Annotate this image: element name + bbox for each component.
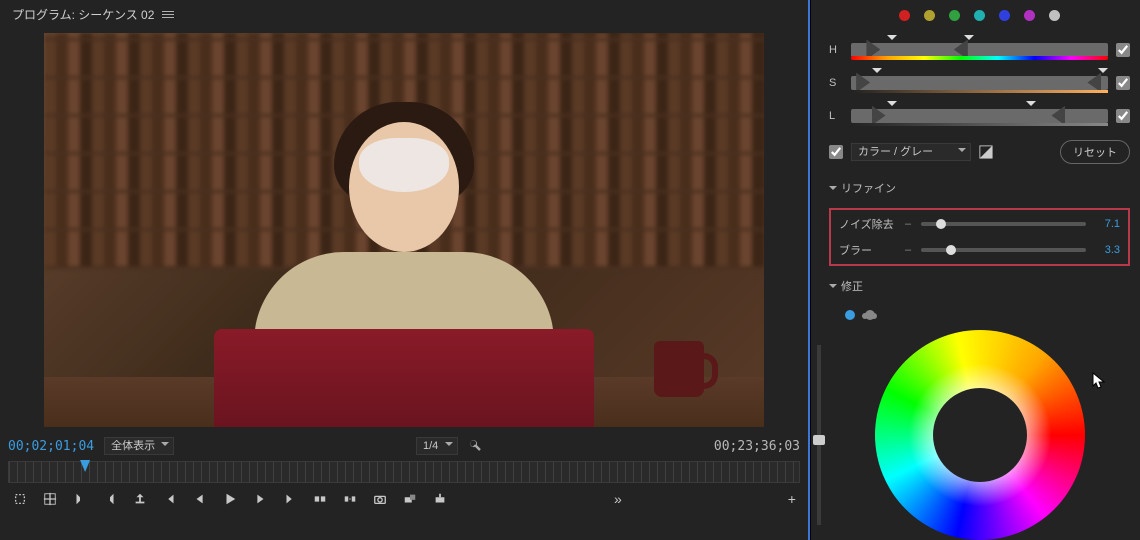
denoise-slider-row: ノイズ除去 – 7.1	[839, 216, 1120, 232]
panel-title: プログラム: シーケンス 02	[12, 6, 154, 23]
hue-swatch[interactable]	[924, 10, 935, 21]
hue-swatch[interactable]	[974, 10, 985, 21]
hue-swatch[interactable]	[999, 10, 1010, 21]
blur-value[interactable]: 3.3	[1096, 244, 1120, 256]
playback-info-row: 00;02;01;04 全体表示 1/4 00;23;36;03	[8, 431, 800, 459]
zoom-select[interactable]: 全体表示	[104, 437, 174, 455]
key-output-row: カラー / グレー リセット	[829, 136, 1130, 168]
go-out-icon[interactable]	[282, 491, 298, 507]
hue-range-row: H	[829, 37, 1130, 62]
extract-icon[interactable]	[342, 491, 358, 507]
mini-timeline[interactable]	[8, 461, 800, 483]
lum-range-row: L	[829, 103, 1130, 128]
correction-title: 修正	[841, 278, 863, 294]
blur-label: ブラー	[839, 242, 895, 258]
blur-slider[interactable]	[921, 248, 1086, 252]
hue-swatch[interactable]	[899, 10, 910, 21]
sat-range-row: S	[829, 70, 1130, 95]
camera-icon[interactable]	[372, 491, 388, 507]
h-enable-checkbox[interactable]	[1116, 43, 1130, 57]
correction-mode-row	[829, 306, 1130, 322]
refine-highlight-box: ノイズ除去 – 7.1 ブラー – 3.3	[829, 208, 1130, 266]
hue-range[interactable]	[851, 39, 1108, 61]
refine-title: リファイン	[841, 180, 896, 196]
chevron-down-icon	[829, 284, 837, 292]
transport-bar: » +	[8, 483, 800, 507]
hue-swatch[interactable]	[1024, 10, 1035, 21]
key-output-select[interactable]: カラー / グレー	[851, 143, 971, 161]
hue-swatch[interactable]	[949, 10, 960, 21]
play-icon[interactable]	[222, 491, 238, 507]
denoise-value[interactable]: 7.1	[1096, 218, 1120, 230]
color-wheel-area	[829, 330, 1130, 540]
panel-header: プログラム: シーケンス 02	[8, 0, 800, 33]
s-enable-checkbox[interactable]	[1116, 76, 1130, 90]
resolution-select[interactable]: 1/4	[416, 437, 458, 455]
lum-range[interactable]	[851, 105, 1108, 127]
color-wheel[interactable]	[875, 330, 1085, 540]
l-label: L	[829, 110, 843, 122]
step-back-icon[interactable]	[192, 491, 208, 507]
key-enable-checkbox[interactable]	[829, 145, 843, 159]
overwrite-icon[interactable]	[432, 491, 448, 507]
s-label: S	[829, 77, 843, 89]
chevron-down-icon	[829, 186, 837, 194]
blur-slider-row: ブラー – 3.3	[839, 242, 1120, 258]
go-in-icon[interactable]	[162, 491, 178, 507]
add-button-icon[interactable]: +	[788, 491, 796, 507]
hue-swatch-row	[829, 6, 1130, 29]
single-wheel-mode-icon[interactable]	[845, 310, 855, 320]
panel-menu-icon[interactable]	[162, 11, 174, 18]
minus-icon: –	[905, 244, 911, 256]
more-transport-icon[interactable]: »	[614, 491, 622, 507]
correction-section-header[interactable]: 修正	[829, 274, 1130, 298]
minus-icon: –	[905, 218, 911, 230]
l-enable-checkbox[interactable]	[1116, 109, 1130, 123]
sat-range[interactable]	[851, 72, 1108, 94]
step-fwd-icon[interactable]	[252, 491, 268, 507]
refine-section-header[interactable]: リファイン	[829, 176, 1130, 200]
current-timecode[interactable]: 00;02;01;04	[8, 439, 94, 454]
denoise-label: ノイズ除去	[839, 216, 895, 232]
settings-wrench-icon[interactable]	[468, 438, 482, 455]
grid-icon[interactable]	[42, 491, 58, 507]
luma-slider[interactable]	[817, 345, 821, 525]
lift-icon[interactable]	[312, 491, 328, 507]
in-mark-icon[interactable]	[72, 491, 88, 507]
export-icon[interactable]	[132, 491, 148, 507]
denoise-slider[interactable]	[921, 222, 1086, 226]
h-label: H	[829, 44, 843, 56]
out-mark-icon[interactable]	[102, 491, 118, 507]
lumetri-panel: H S L	[810, 0, 1140, 540]
hue-swatch[interactable]	[1049, 10, 1060, 21]
program-monitor-video[interactable]	[44, 33, 764, 427]
insert-icon[interactable]	[402, 491, 418, 507]
reset-button[interactable]: リセット	[1060, 140, 1130, 164]
marker-add-icon[interactable]	[12, 491, 28, 507]
three-wheel-mode-icon[interactable]	[865, 310, 875, 320]
invert-mask-icon[interactable]	[979, 145, 993, 159]
program-monitor-panel: プログラム: シーケンス 02	[0, 0, 810, 540]
duration-timecode: 00;23;36;03	[714, 439, 800, 454]
